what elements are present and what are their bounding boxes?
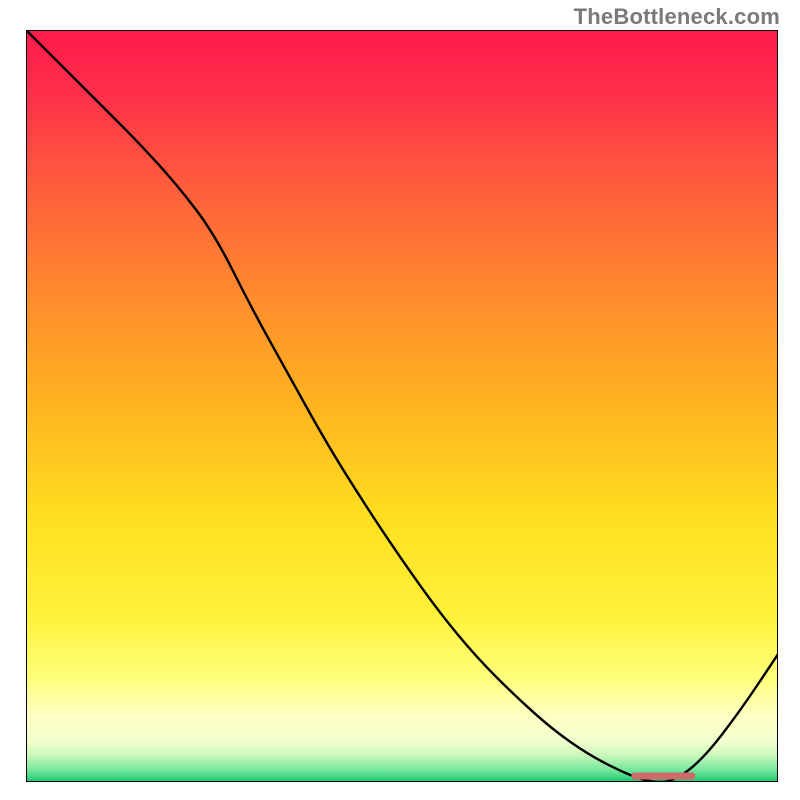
watermark-text: TheBottleneck.com <box>574 4 780 30</box>
chart-svg <box>26 30 778 782</box>
chart-area <box>26 30 778 782</box>
highlight-marker <box>631 772 695 779</box>
